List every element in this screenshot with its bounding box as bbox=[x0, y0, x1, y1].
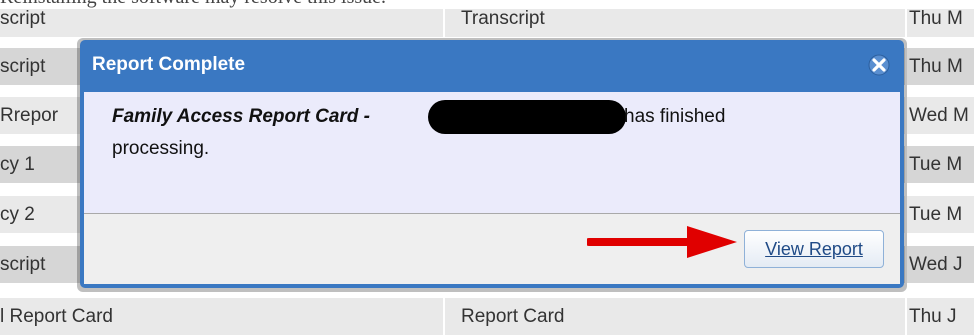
dialog-footer: View Report bbox=[84, 214, 900, 284]
table-cell: l Report Card bbox=[0, 306, 113, 327]
red-arrow-icon bbox=[587, 226, 737, 258]
report-complete-dialog: Report Complete Family Access Report Car… bbox=[80, 40, 904, 288]
table-cell: Wed J bbox=[905, 246, 974, 283]
dialog-title: Report Complete bbox=[92, 54, 246, 75]
message-line2: processing. bbox=[112, 138, 210, 159]
dialog-header: Report Complete bbox=[80, 40, 904, 92]
top-caption: Reinstalling the software may resolve th… bbox=[0, 0, 974, 9]
table-cell: Wed M bbox=[905, 97, 974, 134]
view-report-button[interactable]: View Report bbox=[744, 230, 884, 268]
close-icon[interactable] bbox=[868, 54, 890, 76]
message-tail: has finished bbox=[624, 106, 726, 127]
report-name: Family Access Report Card - bbox=[112, 106, 370, 127]
table-cell: Tue M bbox=[905, 146, 974, 183]
redaction-mark bbox=[428, 100, 626, 134]
table-row[interactable]: l Report Card Report Card Thu J bbox=[0, 298, 974, 335]
table-cell: Thu J bbox=[905, 298, 974, 335]
table-cell: Thu M bbox=[905, 48, 974, 85]
dialog-body: Family Access Report Card - has finished… bbox=[84, 92, 900, 214]
caption-text: Reinstalling the software may resolve th… bbox=[0, 0, 386, 9]
table-cell: Tue M bbox=[905, 196, 974, 233]
table-cell: Report Card bbox=[443, 298, 906, 335]
